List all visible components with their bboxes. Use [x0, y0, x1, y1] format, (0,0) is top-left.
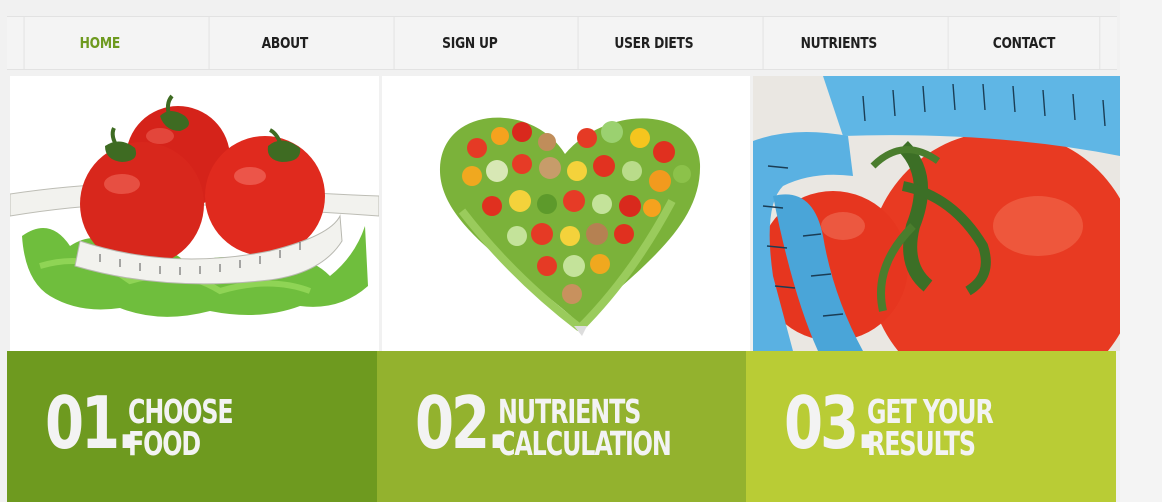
- vegetable-heart-image: [382, 76, 750, 351]
- nav-home[interactable]: HOME: [23, 17, 176, 69]
- vegetable-heart-illustration: [382, 76, 750, 351]
- step-1-number: 01.: [45, 381, 138, 465]
- step-2: 02. NUTRIENTS CALCULATION: [376, 351, 747, 502]
- tomato-blue-tape-image: [753, 76, 1120, 351]
- nav-contact[interactable]: CONTACT: [947, 17, 1101, 69]
- main-navigation: HOME ABOUT SIGN UP USER DIETS NUTRIENTS …: [7, 16, 1117, 70]
- nav-nutrients[interactable]: NUTRIENTS: [762, 17, 915, 69]
- step-3: 03. GET YOUR RESULTS: [746, 351, 1117, 502]
- tomatoes-illustration: [10, 76, 379, 351]
- steps-section: 01. CHOOSE FOOD 02. NUTRIENTS CALCULATIO…: [7, 351, 1117, 502]
- step-2-title: NUTRIENTS CALCULATION: [497, 395, 672, 463]
- step-2-title-line2: CALCULATION: [497, 424, 672, 463]
- step-3-number: 03.: [784, 381, 877, 465]
- tomato-blue-tape-illustration: [753, 76, 1120, 351]
- tomatoes-measuring-tape-image: [10, 76, 379, 351]
- step-3-title: GET YOUR RESULTS: [867, 395, 1011, 463]
- nav-sign-up[interactable]: SIGN UP: [393, 17, 545, 69]
- step-1-title-line2: FOOD: [128, 424, 201, 463]
- nav-user-diets[interactable]: USER DIETS: [578, 17, 730, 69]
- page-gutter: [1120, 0, 1162, 502]
- step-3-title-line2: RESULTS: [867, 424, 976, 463]
- nav-about[interactable]: ABOUT: [208, 17, 360, 69]
- step-1: 01. CHOOSE FOOD: [7, 351, 377, 502]
- step-2-number: 02.: [414, 381, 508, 465]
- step-1-title: CHOOSE FOOD: [128, 395, 272, 463]
- feature-images: [10, 76, 1120, 351]
